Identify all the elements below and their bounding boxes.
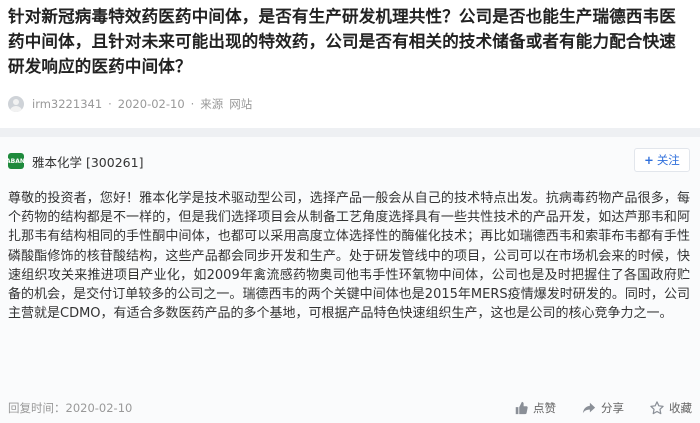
collect-button[interactable]: 收藏 [650, 400, 692, 416]
company-name[interactable]: 雅本化学 [300261] [32, 152, 143, 171]
like-button[interactable]: 点赞 [514, 400, 556, 416]
reply-time: 回复时间：2020-02-10 [8, 400, 488, 416]
meta-dot: · [108, 97, 112, 111]
answer-body: 尊敬的投资者，您好！雅本化学是技术驱动型公司，选择产品一般会从自己的技术特点出发… [8, 191, 690, 322]
company-logo-text: YABANG [2, 157, 30, 165]
like-label: 点赞 [533, 401, 556, 415]
question-username[interactable]: irm3221341 [32, 97, 102, 111]
question-meta: irm3221341 · 2020-02-10 · 来源 网站 [8, 94, 258, 114]
company-logo-icon: YABANG [2, 153, 30, 169]
company-header[interactable]: YABANG 雅本化学 [300261] [2, 149, 143, 173]
collect-label: 收藏 [669, 401, 692, 415]
reply-time-value: 2020-02-10 [65, 401, 133, 415]
share-label: 分享 [601, 401, 624, 415]
answer-card: YABANG 雅本化学 [300261] + 关注 尊敬的投资者，您好！雅本化学… [0, 137, 700, 423]
share-button[interactable]: 分享 [582, 400, 624, 416]
follow-button[interactable]: + 关注 [634, 148, 690, 172]
question-date: 2020-02-10 [117, 97, 185, 111]
share-icon [582, 402, 596, 414]
question-title: 针对新冠病毒特效药医药中间体，是否有生产研发机理共性？公司是否也能生产瑞德西韦医… [8, 7, 676, 76]
plus-icon: + [644, 153, 654, 167]
star-icon [650, 401, 664, 415]
follow-label: 关注 [656, 153, 680, 167]
source-label: 来源 [200, 97, 224, 111]
section-divider [0, 128, 700, 137]
reply-time-label: 回复时间： [8, 401, 66, 415]
answer-footer: 回复时间：2020-02-10 点赞 分享 收藏 [8, 398, 692, 418]
user-avatar-icon [8, 96, 24, 112]
meta-dot: · [190, 97, 195, 111]
thumbs-up-icon [515, 401, 528, 415]
question-card: 针对新冠病毒特效药医药中间体，是否有生产研发机理共性？公司是否也能生产瑞德西韦医… [0, 0, 700, 128]
source-value: 网站 [229, 97, 253, 111]
